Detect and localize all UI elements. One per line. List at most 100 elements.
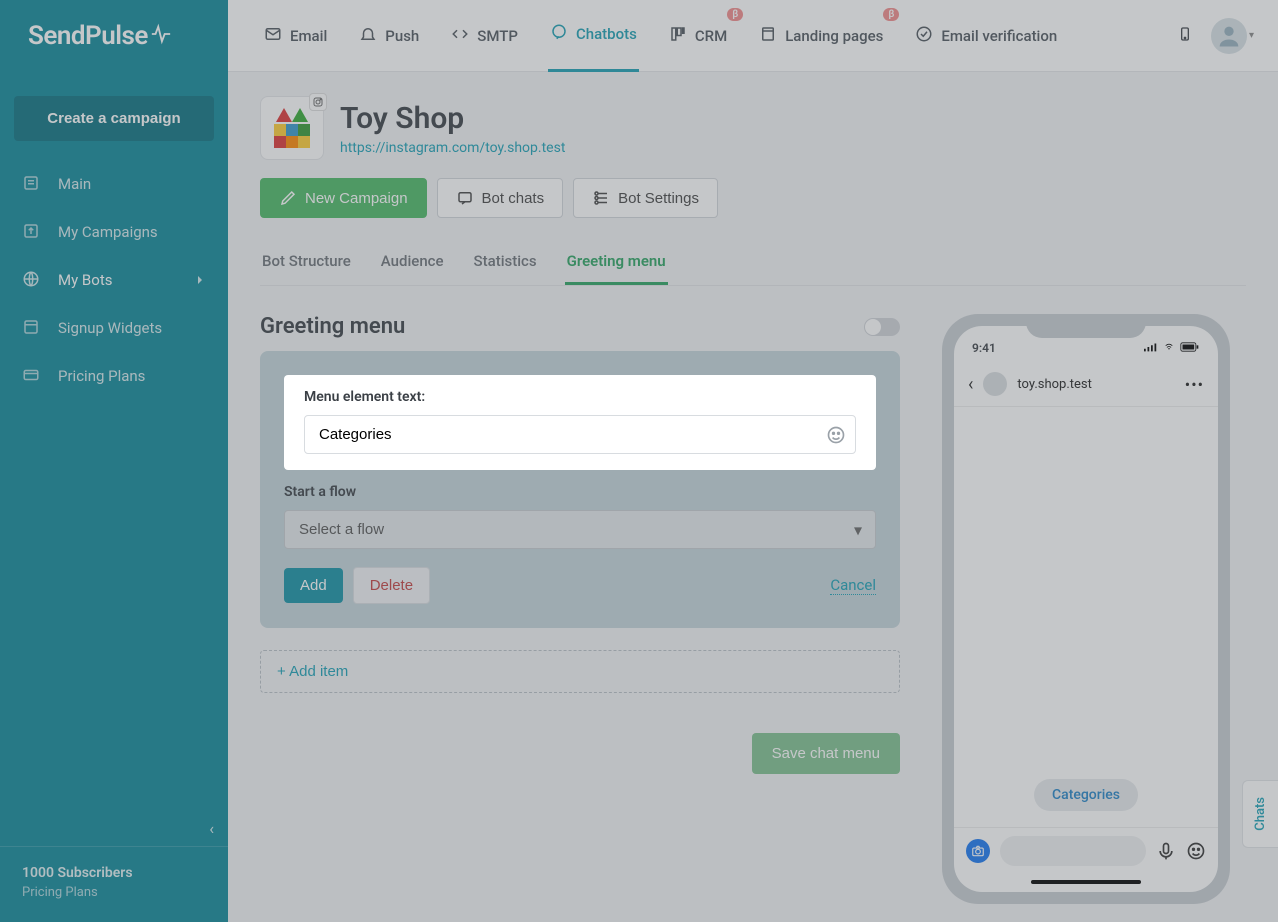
globe-icon	[22, 270, 42, 290]
page-url-link[interactable]: https://instagram.com/toy.shop.test	[340, 140, 565, 156]
signal-icon	[1144, 341, 1158, 355]
tabs: Bot Structure Audience Statistics Greeti…	[260, 240, 1246, 286]
page-icon	[759, 25, 777, 47]
avatar	[1211, 18, 1247, 54]
topnav-label: Landing pages	[785, 27, 883, 45]
camera-icon[interactable]	[966, 839, 990, 863]
message-input[interactable]	[1000, 836, 1146, 866]
topnav-landing[interactable]: Landing pages β	[757, 0, 885, 72]
user-menu[interactable]: ▾	[1211, 18, 1254, 54]
content-row: Greeting menu Menu element text:	[260, 314, 1246, 904]
sidebar-item-widgets[interactable]: Signup Widgets	[0, 305, 228, 351]
card-icon	[22, 366, 42, 386]
cancel-link[interactable]: Cancel	[830, 576, 876, 595]
brand-text: SendPulse	[28, 21, 148, 51]
add-item-button[interactable]: + Add item	[260, 650, 900, 693]
sidebar: SendPulse Create a campaign Main My Camp…	[0, 0, 228, 922]
main-content: Toy Shop https://instagram.com/toy.shop.…	[228, 72, 1278, 922]
topbar-right: ▾	[1177, 18, 1254, 54]
chats-side-tab[interactable]: Chats	[1242, 780, 1278, 848]
save-chat-menu-button[interactable]: Save chat menu	[752, 733, 900, 774]
greeting-menu-section: Greeting menu Menu element text:	[260, 314, 900, 774]
bell-icon	[359, 25, 377, 47]
menu-text-group: Menu element text:	[284, 375, 876, 470]
sidebar-item-campaigns[interactable]: My Campaigns	[0, 209, 228, 255]
envelope-icon	[264, 25, 282, 47]
topnav-smtp[interactable]: SMTP	[449, 0, 520, 72]
caret-down-icon: ▾	[1249, 30, 1254, 41]
phone-screen: 9:41 ‹ toy.shop.test ••• Categories	[954, 326, 1218, 892]
new-campaign-button[interactable]: New Campaign	[260, 178, 427, 218]
phone-time: 9:41	[972, 341, 996, 355]
instagram-badge-icon	[309, 93, 327, 111]
bot-avatar	[260, 96, 324, 160]
page-header: Toy Shop https://instagram.com/toy.shop.…	[260, 96, 1246, 160]
collapse-sidebar-button[interactable]: ‹	[209, 819, 214, 838]
menu-item-panel: Menu element text: Start a flow Select a…	[260, 351, 900, 628]
code-icon	[451, 25, 469, 47]
menu-text-input[interactable]	[304, 415, 856, 454]
bot-settings-button[interactable]: Bot Settings	[573, 178, 718, 218]
phone-preview: 9:41 ‹ toy.shop.test ••• Categories	[942, 314, 1230, 904]
topnav-verification[interactable]: Email verification	[913, 0, 1059, 72]
sidebar-item-pricing[interactable]: Pricing Plans	[0, 353, 228, 399]
topnav-label: SMTP	[477, 27, 518, 45]
button-label: Bot chats	[482, 190, 545, 207]
delete-button[interactable]: Delete	[353, 567, 430, 604]
subscriber-count: 1000 Subscribers	[22, 865, 206, 881]
chevron-left-icon	[198, 276, 206, 284]
sidebar-nav: Main My Campaigns My Bots Signup Widgets…	[0, 161, 228, 399]
button-label: New Campaign	[305, 190, 408, 207]
topnav-email[interactable]: Email	[262, 0, 329, 72]
mobile-icon[interactable]	[1177, 23, 1193, 49]
microphone-icon[interactable]	[1156, 841, 1176, 861]
list-icon	[22, 174, 42, 194]
more-icon[interactable]: •••	[1185, 375, 1204, 394]
profile-name: toy.shop.test	[1017, 377, 1091, 392]
sidebar-footer: ‹ 1000 Subscribers Pricing Plans	[0, 846, 228, 922]
battery-icon	[1180, 341, 1200, 355]
greeting-toggle[interactable]	[864, 318, 900, 336]
tab-statistics[interactable]: Statistics	[472, 240, 539, 285]
kanban-icon	[669, 25, 687, 47]
menu-text-label: Menu element text:	[304, 389, 856, 405]
topnav-push[interactable]: Push	[357, 0, 421, 72]
start-flow-group: Start a flow Select a flow ▾	[284, 484, 876, 549]
sidebar-item-bots[interactable]: My Bots	[0, 257, 228, 303]
tab-greeting-menu[interactable]: Greeting menu	[565, 240, 668, 285]
tab-bot-structure[interactable]: Bot Structure	[260, 240, 353, 285]
toggle-knob	[865, 319, 881, 335]
sidebar-item-label: Main	[58, 175, 91, 193]
back-icon[interactable]: ‹	[968, 374, 973, 395]
emoji-icon[interactable]	[826, 425, 846, 445]
phone-notch	[1026, 314, 1146, 338]
section-title: Greeting menu	[260, 314, 405, 339]
upload-icon	[22, 222, 42, 242]
pricing-link[interactable]: Pricing Plans	[22, 885, 206, 900]
check-icon	[915, 25, 933, 47]
widget-icon	[22, 318, 42, 338]
create-campaign-button[interactable]: Create a campaign	[14, 96, 214, 141]
bot-chats-button[interactable]: Bot chats	[437, 178, 564, 218]
page-title: Toy Shop	[340, 101, 565, 136]
topnav-chatbots[interactable]: Chatbots	[548, 0, 639, 72]
phone-conversation: Categories	[954, 407, 1218, 827]
brand-logo: SendPulse	[0, 0, 228, 72]
sidebar-item-label: Signup Widgets	[58, 319, 162, 337]
emoji-face-icon[interactable]	[1186, 841, 1206, 861]
add-button[interactable]: Add	[284, 568, 343, 603]
tab-audience[interactable]: Audience	[379, 240, 446, 285]
phone-input-bar	[954, 827, 1218, 874]
action-row: New Campaign Bot chats Bot Settings	[260, 178, 1246, 218]
topnav-label: Email	[290, 27, 327, 45]
beta-badge: β	[727, 8, 743, 21]
topnav-label: Push	[385, 27, 419, 45]
button-label: Bot Settings	[618, 190, 699, 207]
topnav-label: CRM	[695, 27, 727, 45]
menu-chip[interactable]: Categories	[1034, 779, 1138, 811]
topnav-crm[interactable]: CRM β	[667, 0, 729, 72]
sidebar-item-main[interactable]: Main	[0, 161, 228, 207]
sidebar-item-label: Pricing Plans	[58, 367, 145, 385]
profile-avatar	[983, 372, 1007, 396]
start-flow-select[interactable]: Select a flow	[284, 510, 876, 549]
